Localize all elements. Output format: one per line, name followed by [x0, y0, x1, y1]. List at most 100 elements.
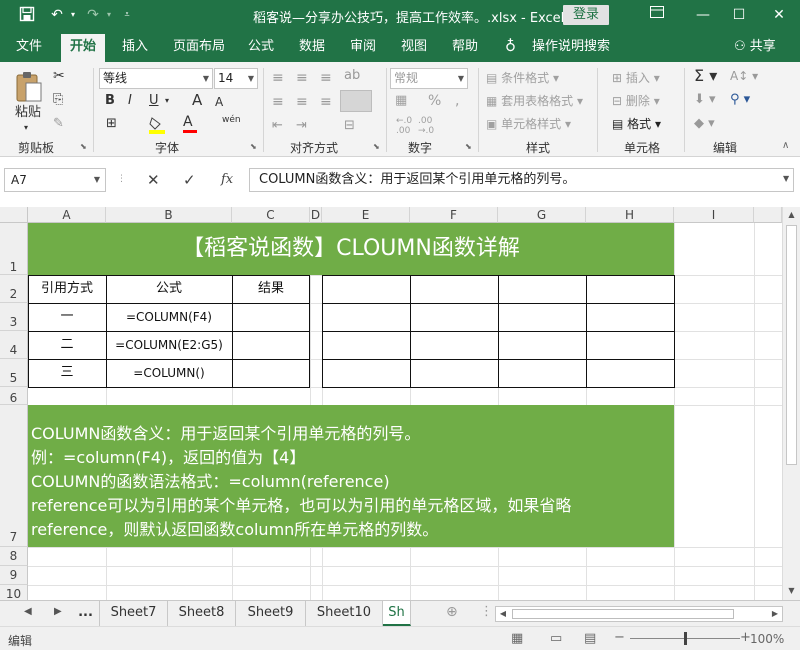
row-header-9[interactable]: 9 — [0, 566, 28, 585]
underline-dropdown-icon[interactable]: ▾ — [165, 93, 169, 109]
fill-color-icon[interactable] — [149, 116, 165, 139]
delete-cells-button[interactable]: ⊟ 删除 ▾ — [612, 93, 660, 109]
row-header-10[interactable]: 10 — [0, 585, 28, 600]
font-name-combo[interactable]: 等线 ▼ — [99, 68, 213, 89]
expand-formula-bar-icon[interactable]: ▼ — [783, 174, 789, 183]
row-header-2[interactable]: 2 — [0, 275, 28, 303]
tab-insert[interactable]: 插入 — [122, 38, 148, 62]
decrease-indent-icon[interactable]: ⇤ — [272, 118, 283, 134]
sort-filter-icon[interactable]: A↕ ▾ — [730, 68, 758, 84]
tab-data[interactable]: 数据 — [299, 38, 325, 62]
table-cell-result[interactable] — [232, 331, 310, 359]
copy-icon[interactable]: ⎘ — [53, 92, 63, 108]
table-cell-result[interactable] — [232, 359, 310, 387]
format-as-table-button[interactable]: ▦ 套用表格格式 ▾ — [486, 93, 583, 109]
fill-icon[interactable]: ⬇ ▾ — [694, 92, 716, 108]
zoom-out-icon[interactable]: − — [614, 630, 625, 645]
merge-center-icon[interactable]: ⊟ — [344, 118, 355, 134]
tab-help[interactable]: 帮助 — [452, 38, 478, 62]
sheet-tab[interactable]: Sheet10 — [306, 601, 383, 626]
sheet-tab[interactable]: Sheet9 — [236, 601, 306, 626]
column-header-a[interactable]: A — [28, 207, 106, 223]
banner-title[interactable]: 【稻客说函数】CLOUMN函数详解 — [28, 223, 674, 275]
scroll-up-icon[interactable]: ▲ — [783, 207, 800, 223]
next-sheet-icon[interactable]: ▶ — [54, 606, 62, 617]
decrease-decimal-icon[interactable]: .00 →.0 — [418, 116, 436, 136]
customize-qat-icon[interactable]: ⩡ — [118, 6, 136, 24]
new-sheet-icon[interactable]: ⊕ — [446, 604, 458, 620]
column-header-h[interactable]: H — [586, 207, 674, 223]
paste-dropdown-icon[interactable]: ▾ — [24, 120, 28, 136]
select-all-corner[interactable] — [0, 207, 28, 223]
tab-review[interactable]: 审阅 — [350, 38, 376, 62]
undo-dropdown-icon[interactable]: ▾ — [64, 6, 82, 24]
paste-button[interactable]: 粘贴 — [15, 105, 41, 121]
table-cell-result[interactable] — [232, 303, 310, 331]
column-header-f[interactable]: F — [410, 207, 498, 223]
header-cell-result[interactable]: 结果 — [232, 275, 310, 303]
accounting-format-icon[interactable]: ▦ — [395, 93, 407, 109]
italic-button[interactable]: I — [128, 93, 132, 109]
find-select-icon[interactable]: ⚲ ▾ — [730, 92, 750, 108]
save-icon[interactable] — [18, 6, 36, 24]
column-header-b[interactable]: B — [106, 207, 232, 223]
underline-button[interactable]: U — [149, 93, 159, 109]
table-cell-mode[interactable]: 三 — [28, 359, 106, 387]
column-header-e[interactable]: E — [322, 207, 410, 223]
borders-icon[interactable]: ⊞ — [106, 116, 117, 132]
page-break-view-icon[interactable]: ▤ — [584, 631, 596, 646]
vertical-scrollbar[interactable]: ▲ ▼ — [782, 207, 800, 600]
page-layout-view-icon[interactable]: ▭ — [550, 631, 562, 646]
horizontal-scroll-thumb[interactable] — [512, 609, 734, 619]
grow-font-button[interactable]: A — [192, 92, 202, 108]
cut-icon[interactable]: ✂ — [53, 68, 65, 84]
font-color-button[interactable]: A — [183, 114, 197, 133]
close-icon[interactable]: ✕ — [756, 0, 800, 30]
horizontal-scrollbar[interactable]: ◀ ▶ — [495, 606, 783, 622]
header-cell-mode[interactable]: 引用方式 — [28, 275, 106, 303]
format-painter-icon[interactable]: ✎ — [53, 116, 64, 132]
name-box[interactable]: A7 ▼ — [4, 168, 106, 192]
zoom-slider-thumb[interactable] — [684, 632, 687, 645]
number-launcher-icon[interactable]: ⬊ — [465, 142, 472, 151]
vertical-scroll-thumb[interactable] — [786, 225, 797, 465]
align-center-icon[interactable]: ≡ — [296, 94, 308, 110]
bold-button[interactable]: B — [105, 93, 115, 109]
font-launcher-icon[interactable]: ⬊ — [250, 142, 257, 151]
format-cells-button[interactable]: ▤ 格式 ▾ — [612, 116, 661, 132]
tab-split-handle-icon[interactable]: ⋮ — [480, 604, 493, 619]
column-header-g[interactable]: G — [498, 207, 586, 223]
autosum-icon[interactable]: Σ ▾ — [694, 68, 717, 84]
login-button[interactable]: 登录 — [563, 5, 609, 25]
tab-page-layout[interactable]: 页面布局 — [173, 38, 225, 62]
redo-dropdown-icon[interactable]: ▾ — [100, 6, 118, 24]
increase-decimal-icon[interactable]: ←.0.00 — [396, 116, 414, 136]
align-middle-icon[interactable]: ≡ — [296, 70, 308, 86]
increase-indent-icon[interactable]: ⇥ — [296, 118, 307, 134]
row-header-4[interactable]: 4 — [0, 331, 28, 359]
row-header-1[interactable]: 1 — [0, 223, 28, 275]
clipboard-launcher-icon[interactable]: ⬊ — [80, 142, 87, 151]
row-header-6[interactable]: 6 — [0, 387, 28, 405]
clear-icon[interactable]: ◆ ▾ — [694, 116, 715, 132]
table-cell-formula[interactable]: =COLUMN(F4) — [106, 303, 232, 331]
column-header-d[interactable]: D — [310, 207, 322, 223]
tell-me-search[interactable]: 操作说明搜索 — [532, 38, 610, 62]
table-cell-formula[interactable]: =COLUMN(E2:G5) — [106, 331, 232, 359]
ribbon-display-options-icon[interactable] — [634, 0, 680, 30]
align-right-icon[interactable]: ≡ — [320, 94, 332, 110]
conditional-formatting-button[interactable]: ▤ 条件格式 ▾ — [486, 70, 559, 86]
collapse-ribbon-icon[interactable]: ∧ — [782, 138, 789, 154]
align-top-icon[interactable]: ≡ — [272, 70, 284, 86]
worksheet-grid[interactable]: A B C D E F G H I 1 2 3 4 5 6 7 8 9 10 【… — [0, 207, 800, 600]
shrink-font-button[interactable]: A — [215, 94, 223, 110]
column-header-j[interactable] — [754, 207, 782, 223]
percent-style-button[interactable]: % — [428, 93, 441, 109]
more-sheets-button[interactable]: ... — [72, 601, 100, 626]
number-format-combo[interactable]: 常规 ▼ — [390, 68, 468, 89]
table-cell-mode[interactable]: 一 — [28, 303, 106, 331]
row-header-3[interactable]: 3 — [0, 303, 28, 331]
column-header-c[interactable]: C — [232, 207, 310, 223]
sheet-tab[interactable]: Sheet8 — [168, 601, 236, 626]
tab-home[interactable]: 开始 — [61, 34, 106, 62]
